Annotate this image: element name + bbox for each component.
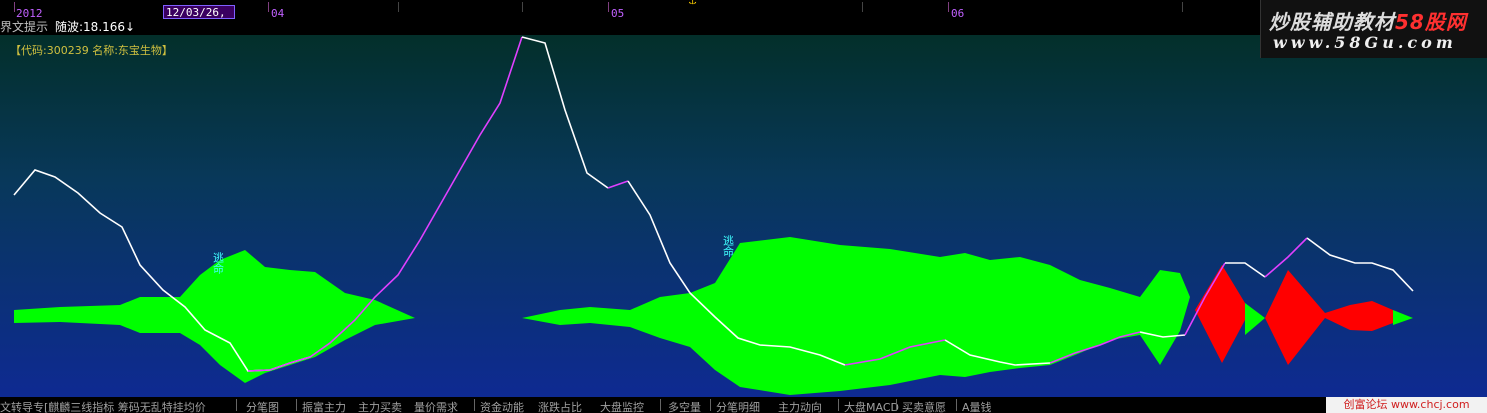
stock-info-label: 【代码:300239 名称:东宝生物】 (10, 44, 173, 57)
tab-separator (896, 399, 897, 411)
indicator-tab-bar: 文转导专[麒麟三线指标 筹码无乱特挂均价 分笔图 振富主力 主力买卖 量价需求 … (0, 397, 1487, 413)
tick-line (1182, 2, 1183, 12)
hint-label: 界文提示 (0, 20, 49, 34)
escape-signal-1: 逃命 (212, 252, 225, 274)
tab-rise-fall-ratio[interactable]: 涨跌占比 (538, 399, 582, 413)
indicator-chart[interactable]: 逃命 逃命 (0, 35, 1487, 397)
tab-main-buy-sell[interactable]: 主力买卖 (358, 399, 402, 413)
watermark-url: www.58Gu.com (1273, 33, 1457, 52)
watermark-logo: 炒股辅助教材58股网 www.58Gu.com (1260, 0, 1487, 58)
bull-band-2 (522, 237, 1190, 395)
tab-a-volume[interactable]: A量钱 (962, 399, 992, 413)
tab-market-monitor[interactable]: 大盘监控 (600, 399, 644, 413)
tick-line (398, 2, 399, 12)
tab-main-force[interactable]: 振富主力 (302, 399, 346, 413)
anchor-icon: ⚓ (688, 0, 697, 7)
tab-long-short[interactable]: 多空量 (668, 399, 701, 413)
bull-band-3 (1245, 303, 1265, 335)
watermark-title-prefix: 炒股辅助教材 (1269, 10, 1395, 34)
bear-band-1 (1195, 265, 1245, 363)
tab-separator (956, 399, 957, 411)
bull-band-4 (1393, 310, 1413, 325)
tab-main-trend[interactable]: 主力动向 (778, 399, 822, 413)
tick-line (862, 2, 863, 12)
tab-buy-sell-intent[interactable]: 买卖意愿 (902, 399, 946, 413)
hint-value: 随波:18.166↓ (55, 20, 136, 34)
tab-indicator-main[interactable]: 文转导专[麒麟三线指标 筹码无乱特挂均价 (0, 399, 206, 413)
magenta-indicator-line-6 (1264, 237, 1308, 278)
tab-separator (296, 399, 297, 411)
tick-line (268, 2, 269, 12)
watermark-brand: 58股网 (1395, 10, 1467, 34)
escape-signal-2: 逃命 (722, 235, 735, 257)
indicator-chart-svg: 逃命 逃命 (13, 36, 1414, 395)
tab-separator (236, 399, 237, 411)
tab-separator (474, 399, 475, 411)
tab-tick-detail[interactable]: 分笔明细 (716, 399, 760, 413)
white-indicator-line-7 (1306, 237, 1414, 292)
white-indicator-line-2 (521, 36, 609, 189)
tab-separator (660, 399, 661, 411)
bear-band-2 (1265, 270, 1393, 365)
tab-volume-price[interactable]: 量价需求 (414, 399, 458, 413)
forum-badge: 创富论坛 www.chcj.com (1326, 397, 1487, 413)
magenta-indicator-line-2 (607, 180, 629, 189)
tick-line (608, 2, 609, 12)
tick-line (522, 2, 523, 12)
tick-line (14, 2, 15, 12)
tab-tick-chart[interactable]: 分笔图 (246, 399, 279, 413)
tab-capital-momentum[interactable]: 资金动能 (480, 399, 524, 413)
white-indicator-line-6 (1225, 262, 1266, 278)
cursor-date-box: 12/03/26,一 (163, 5, 235, 33)
tick-line (948, 2, 949, 12)
tab-separator (838, 399, 839, 411)
tab-separator (710, 399, 711, 411)
watermark-title: 炒股辅助教材58股网 (1269, 6, 1467, 35)
tab-market-macd[interactable]: 大盘MACD (844, 399, 899, 413)
